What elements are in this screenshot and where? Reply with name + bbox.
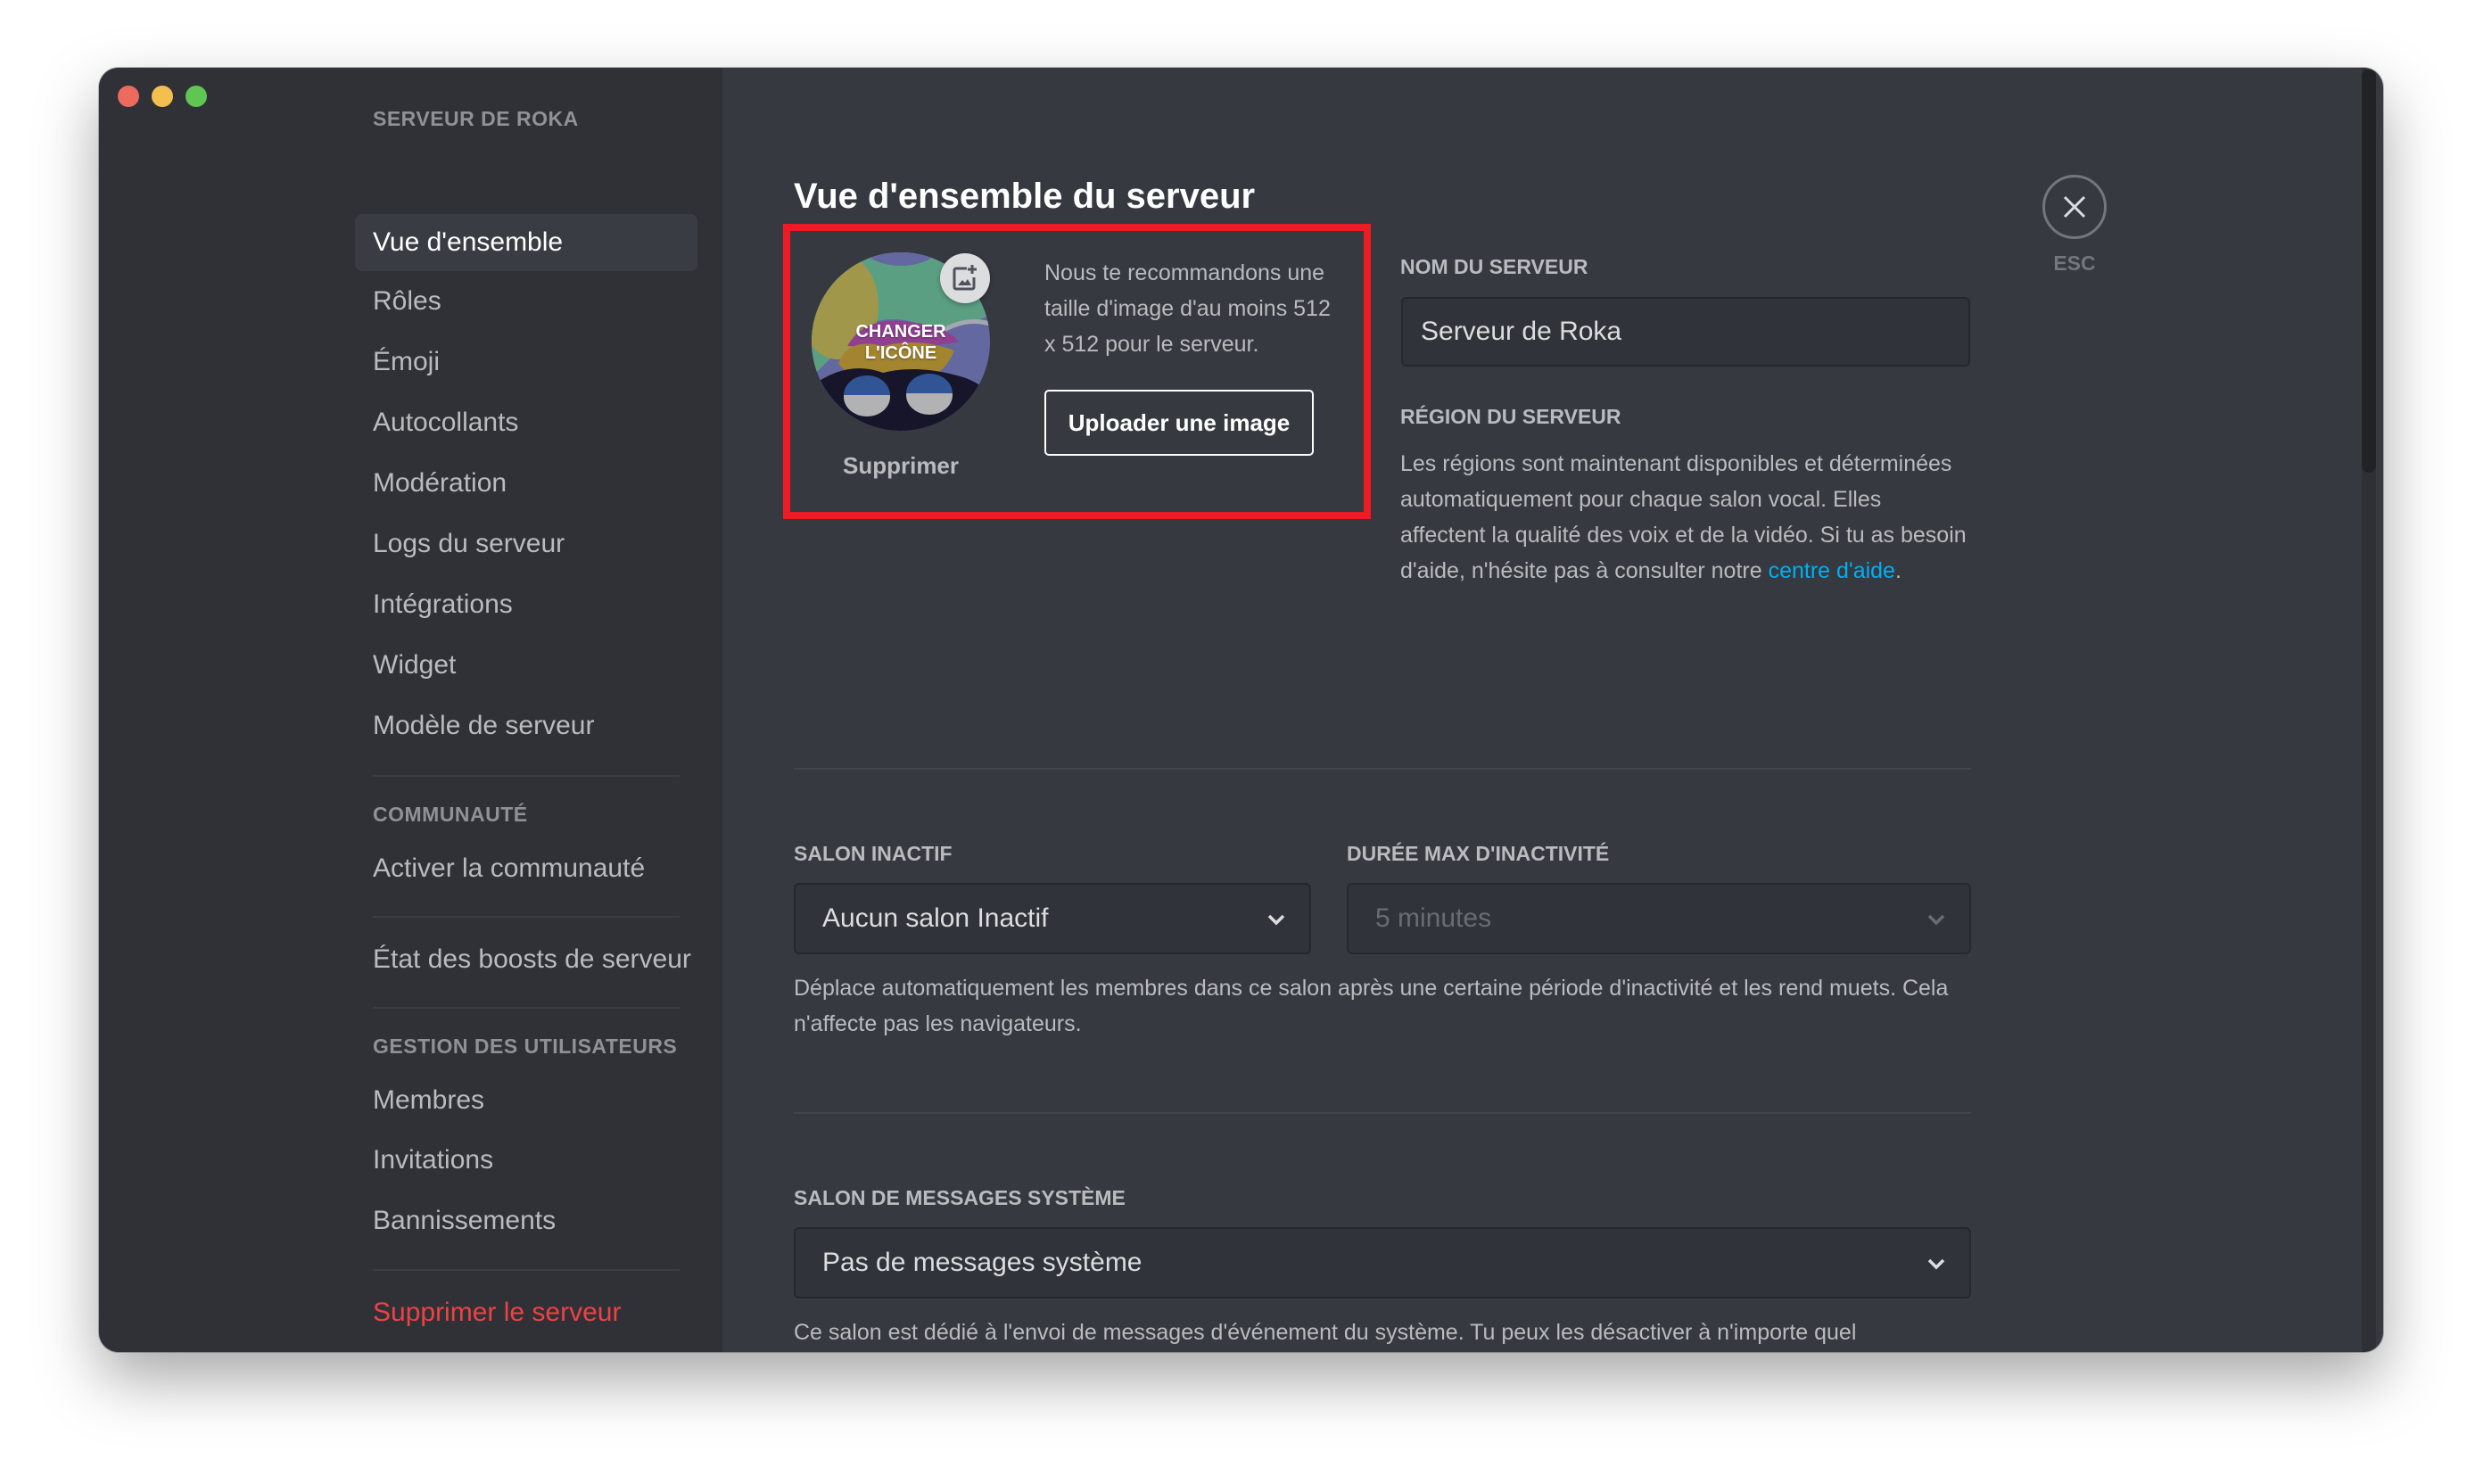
inactive-timeout-select[interactable]: 5 minutes bbox=[1347, 883, 1971, 954]
sidebar-item-members[interactable]: Membres bbox=[355, 1072, 697, 1129]
close-settings-button[interactable] bbox=[2042, 175, 2107, 239]
settings-window: SERVEUR DE ROKA Vue d'ensemble Rôles Émo… bbox=[99, 68, 2383, 1352]
sidebar-item-stickers[interactable]: Autocollants bbox=[355, 394, 697, 451]
server-name-label: NOM DU SERVEUR bbox=[1400, 255, 1588, 278]
chevron-down-icon bbox=[1927, 1258, 1945, 1270]
system-channel-value: Pas de messages système bbox=[822, 1248, 1143, 1277]
sidebar-item-server-template[interactable]: Modèle de serveur bbox=[355, 697, 697, 754]
inactive-channel-value: Aucun salon Inactif bbox=[822, 903, 1049, 933]
change-icon-label: CHANGER L'ICÔNE bbox=[812, 321, 990, 364]
sidebar-divider bbox=[373, 775, 680, 777]
chevron-down-icon bbox=[1927, 914, 1945, 926]
sidebar-header-server: SERVEUR DE ROKA bbox=[373, 107, 579, 130]
system-channel-select[interactable]: Pas de messages système bbox=[794, 1227, 1971, 1298]
sidebar-item-audit-log[interactable]: Logs du serveur bbox=[355, 515, 697, 573]
sidebar-item-integrations[interactable]: Intégrations bbox=[355, 576, 697, 633]
server-region-description: Les régions sont maintenant disponibles … bbox=[1400, 446, 1971, 589]
system-channel-description: Ce salon est dédié à l'envoi de messages… bbox=[794, 1320, 1857, 1345]
window-minimize-button[interactable] bbox=[152, 86, 173, 107]
close-icon bbox=[2063, 195, 2086, 218]
region-text-end: . bbox=[1894, 558, 1901, 583]
inactive-description: Déplace automatiquement les membres dans… bbox=[794, 976, 1949, 1036]
inactive-channel-label: SALON INACTIF bbox=[794, 842, 953, 865]
upload-image-button[interactable]: Uploader une image bbox=[1044, 390, 1314, 456]
sidebar-item-enable-community[interactable]: Activer la communauté bbox=[355, 840, 697, 897]
server-region-label: RÉGION DU SERVEUR bbox=[1400, 405, 1621, 428]
sidebar-item-overview[interactable]: Vue d'ensemble bbox=[355, 214, 697, 271]
inactive-channel-select[interactable]: Aucun salon Inactif bbox=[794, 883, 1311, 954]
help-center-link[interactable]: centre d'aide bbox=[1769, 558, 1895, 583]
scrollbar-thumb[interactable] bbox=[2362, 70, 2376, 473]
system-channel-label: SALON DE MESSAGES SYSTÈME bbox=[794, 1186, 1126, 1209]
add-image-button[interactable] bbox=[940, 253, 990, 303]
inactive-timeout-value: 5 minutes bbox=[1375, 903, 1492, 933]
section-divider bbox=[794, 1112, 1971, 1114]
window-close-button[interactable] bbox=[118, 86, 139, 107]
sidebar-divider bbox=[373, 1269, 680, 1271]
section-divider bbox=[794, 768, 1971, 770]
page-title: Vue d'ensemble du serveur bbox=[794, 177, 1256, 216]
sidebar-header-user-management: GESTION DES UTILISATEURS bbox=[373, 1035, 678, 1058]
sidebar-item-emoji[interactable]: Émoji bbox=[355, 334, 697, 391]
image-plus-icon bbox=[953, 265, 977, 291]
settings-sidebar: SERVEUR DE ROKA Vue d'ensemble Rôles Émo… bbox=[99, 68, 722, 1352]
esc-label: ESC bbox=[2053, 251, 2096, 275]
inactive-timeout-label: DURÉE MAX D'INACTIVITÉ bbox=[1347, 842, 1610, 865]
sidebar-item-roles[interactable]: Rôles bbox=[355, 273, 697, 330]
icon-recommendation-text: Nous te recommandons une taille d'image … bbox=[1044, 260, 1331, 357]
sidebar-divider bbox=[373, 1007, 680, 1009]
server-name-input[interactable]: Serveur de Roka bbox=[1401, 297, 1970, 367]
sidebar-item-moderation[interactable]: Modération bbox=[355, 455, 697, 512]
change-icon-line2: L'ICÔNE bbox=[864, 343, 937, 363]
sidebar-divider bbox=[373, 916, 680, 918]
change-icon-line1: CHANGER bbox=[855, 322, 946, 342]
sidebar-item-invites[interactable]: Invitations bbox=[355, 1132, 697, 1189]
sidebar-item-bans[interactable]: Bannissements bbox=[355, 1192, 697, 1249]
remove-icon-link[interactable]: Supprimer bbox=[812, 452, 990, 480]
sidebar-item-widget[interactable]: Widget bbox=[355, 637, 697, 694]
sidebar-item-delete-server[interactable]: Supprimer le serveur bbox=[355, 1284, 697, 1341]
sidebar-item-boost-status[interactable]: État des boosts de serveur bbox=[355, 931, 697, 988]
window-zoom-button[interactable] bbox=[186, 86, 207, 107]
sidebar-header-community: COMMUNAUTÉ bbox=[373, 803, 528, 826]
chevron-down-icon bbox=[1267, 914, 1285, 926]
